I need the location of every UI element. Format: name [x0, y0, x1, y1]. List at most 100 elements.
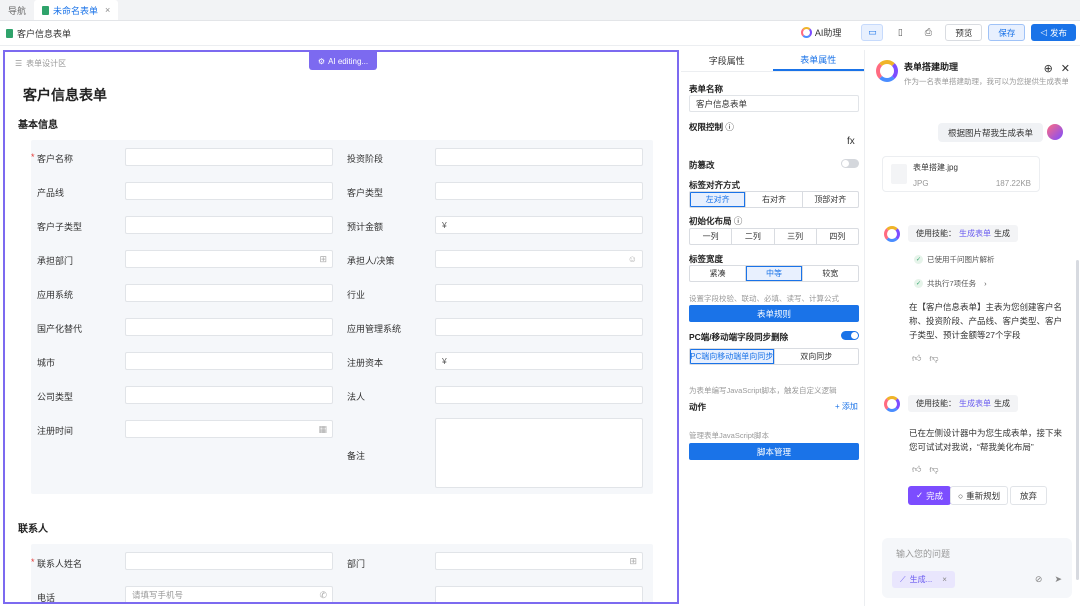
attachment-icon[interactable]: ⊘	[1035, 574, 1043, 585]
image-file-icon	[891, 164, 907, 184]
expected-amount-input[interactable]: ¥	[435, 216, 643, 234]
width-compact[interactable]: 紧凑	[690, 266, 747, 281]
abandon-button[interactable]: 放弃	[1010, 486, 1048, 505]
sync-mode-segment: PC端向移动端单向同步 双向同步	[689, 348, 859, 365]
thumbs-down-icon[interactable]: 👎︎	[929, 353, 938, 364]
contact-name-input[interactable]	[125, 552, 333, 570]
toolbar: 客户信息表单 AI助理 ▭ ▯ ⎙ 预览 保存 ◁ 发布	[0, 21, 1080, 46]
field-label: 电话	[37, 593, 56, 603]
check-item-1: ✓ 已使用千问图片解析	[914, 254, 995, 265]
skill-name-link[interactable]: 生成表单	[959, 228, 991, 239]
remarks-textarea[interactable]	[435, 418, 643, 488]
file-attachment-card[interactable]: 表单搭建.jpg JPG 187.22KB	[882, 156, 1040, 192]
replan-button[interactable]: ○ 重新规划	[950, 486, 1009, 505]
assistant-scrollbar[interactable]	[1076, 260, 1079, 580]
legal-person-input[interactable]	[435, 386, 643, 404]
field-label: 承担人/决策	[347, 256, 395, 266]
file-size: 187.22KB	[995, 179, 1031, 188]
skill-prefix: 使用技能：	[916, 229, 956, 238]
layout-one-col[interactable]: 一列	[690, 229, 733, 244]
doc-title: 客户信息表单	[6, 27, 71, 40]
extra-input[interactable]	[435, 586, 643, 602]
preview-button[interactable]: 预览	[945, 24, 983, 41]
align-right-option[interactable]: 右对齐	[746, 192, 803, 207]
width-medium[interactable]: 中等	[746, 266, 803, 281]
two-way-sync-option[interactable]: 双向同步	[775, 349, 859, 364]
skill-name-link[interactable]: 生成表单	[959, 398, 991, 409]
permission-label: 权限控制 ⓘ	[689, 121, 734, 133]
tab-untitled-form[interactable]: 未命名表单 ×	[34, 0, 119, 20]
skill-suffix: 生成	[994, 229, 1010, 238]
width-wide[interactable]: 较宽	[803, 266, 858, 281]
company-type-input[interactable]	[125, 386, 333, 404]
check-item-2[interactable]: ✓ 共执行7项任务 ›	[914, 278, 987, 289]
align-left-option[interactable]: 左对齐	[690, 192, 747, 207]
form-name-input[interactable]: 客户信息表单	[689, 95, 859, 112]
script-manage-button[interactable]: 脚本管理	[689, 443, 859, 460]
mobile-view-icon[interactable]: ▯	[889, 24, 911, 41]
owner-input[interactable]: ☺	[435, 250, 643, 268]
form-rules-button[interactable]: 表单规则	[689, 305, 859, 322]
desktop-view-icon[interactable]: ▭	[861, 24, 884, 41]
js-manage-hint: 管理表单JavaScript脚本	[689, 431, 770, 440]
customer-subtype-input[interactable]	[125, 216, 333, 234]
thumbs-down-icon[interactable]: 👎︎	[929, 464, 938, 475]
investment-stage-input[interactable]	[435, 148, 643, 166]
customer-type-input[interactable]	[435, 182, 643, 200]
layout-four-col[interactable]: 四列	[817, 229, 858, 244]
phone-input[interactable]: 请填写手机号 ✆	[125, 586, 333, 602]
product-line-input[interactable]	[125, 182, 333, 200]
localization-input[interactable]	[125, 318, 333, 336]
contact-department-input[interactable]: ⊞	[435, 552, 643, 570]
field-label: 客户类型	[347, 188, 384, 198]
app-system-input[interactable]	[125, 284, 333, 302]
close-icon[interactable]: ×	[105, 5, 110, 15]
department-input[interactable]: ⊞	[125, 250, 333, 268]
app-management-input[interactable]	[435, 318, 643, 336]
label-align-label: 标签对齐方式	[689, 180, 741, 190]
tab-field-properties[interactable]: 字段属性	[681, 50, 773, 71]
skill-chip[interactable]: ⟋ 生成... ×	[892, 571, 955, 588]
chat-input-box[interactable]: 输入您的问题 ⟋ 生成... × ⊘ ➤	[882, 538, 1072, 598]
done-button[interactable]: ✓ 完成	[908, 486, 952, 505]
layout-three-col[interactable]: 三列	[775, 229, 817, 244]
new-chat-icon[interactable]: ⊕	[1044, 62, 1053, 75]
tab-nav[interactable]: 导航	[0, 0, 34, 20]
industry-input[interactable]	[435, 284, 643, 302]
sync-delete-toggle[interactable]	[841, 331, 859, 340]
align-top-option[interactable]: 顶部对齐	[803, 192, 858, 207]
chat-input-placeholder: 输入您的问题	[896, 549, 951, 559]
chip-close-icon[interactable]: ×	[942, 575, 947, 584]
close-icon[interactable]: ✕	[1061, 62, 1070, 75]
check-text: 共执行7项任务	[927, 279, 977, 288]
send-icon[interactable]: ➤	[1054, 574, 1062, 585]
menu-icon: ☰	[15, 59, 23, 68]
registered-capital-input[interactable]: ¥	[435, 352, 643, 370]
field-label: 注册时间	[37, 426, 74, 436]
form-design-canvas[interactable]: ⚙ AI editing... ☰ 表单设计区 客户信息表单 基本信息 * 客户名称 …	[3, 50, 679, 604]
user-icon: ☺	[627, 254, 637, 264]
skill-prefix: 使用技能：	[916, 399, 956, 408]
registration-date-input[interactable]: ▦	[125, 420, 333, 438]
layout-two-col[interactable]: 二列	[732, 229, 775, 244]
save-button[interactable]: 保存	[988, 24, 1026, 41]
tamper-toggle[interactable]	[841, 159, 859, 168]
tab-form-properties[interactable]: 表单属性	[772, 50, 864, 71]
ai-assistant-button[interactable]: AI助理	[800, 26, 841, 39]
publish-button[interactable]: ◁ 发布	[1031, 24, 1076, 41]
one-way-sync-option[interactable]: PC端向移动端单向同步	[690, 349, 775, 364]
thumbs-up-icon[interactable]: 👍︎	[912, 464, 921, 475]
customer-name-input[interactable]	[125, 148, 333, 166]
fx-icon[interactable]: fx	[847, 136, 855, 147]
field-label: 应用管理系统	[347, 324, 402, 334]
add-action-link[interactable]: + 添加	[835, 401, 858, 412]
document-icon	[42, 5, 50, 15]
currency-symbol: ¥	[442, 220, 447, 230]
thumbs-up-icon[interactable]: 👍︎	[912, 353, 921, 364]
city-input[interactable]	[125, 352, 333, 370]
skill-chip-label: 生成...	[909, 575, 933, 584]
feedback-1: 👍︎ 👎︎	[912, 353, 939, 364]
check-icon: ✓	[916, 490, 924, 500]
tab-label: 未命名表单	[53, 5, 99, 16]
print-icon[interactable]: ⎙	[917, 24, 939, 41]
